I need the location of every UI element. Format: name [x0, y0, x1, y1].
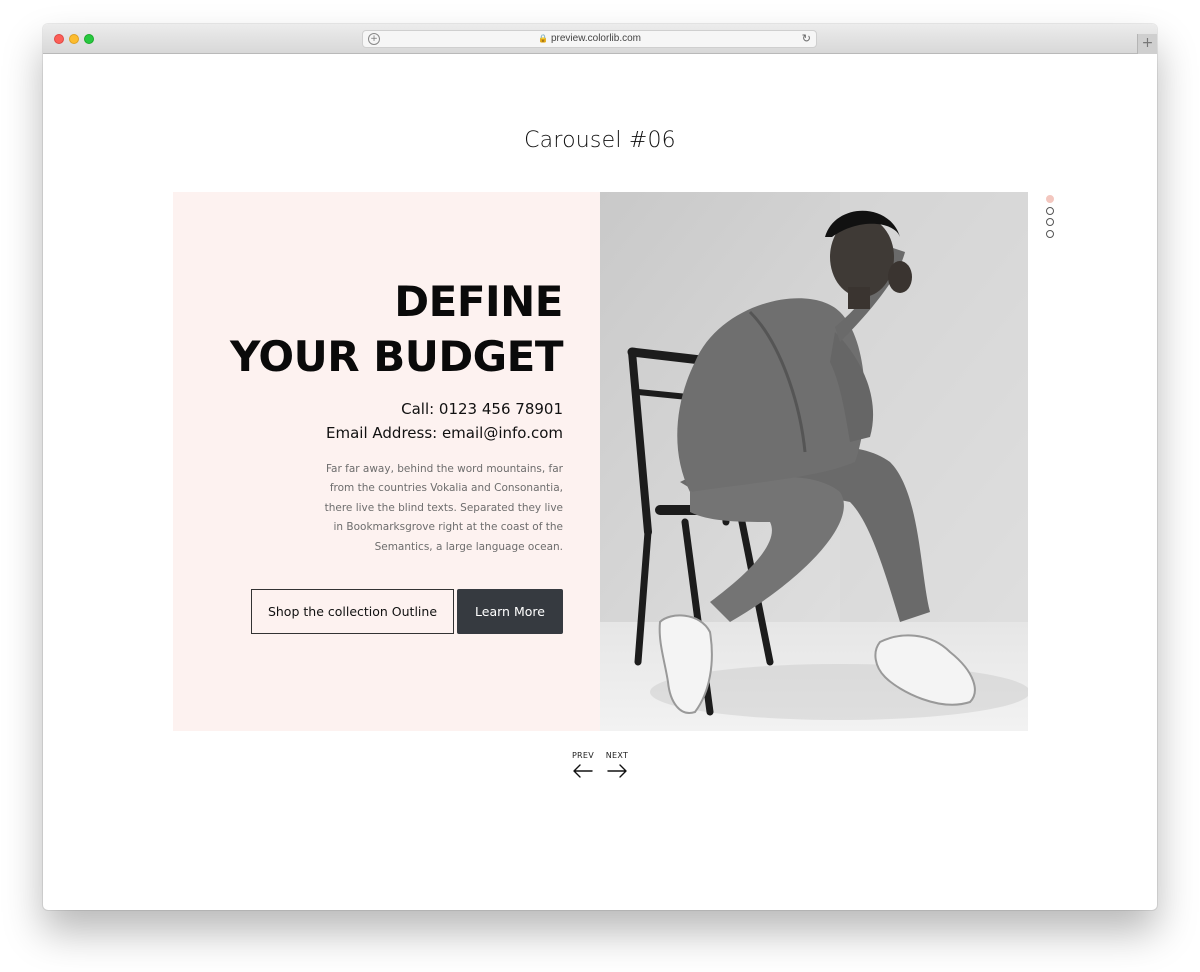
contact-info: Call: 0123 456 78901 Email Address: emai…	[326, 397, 563, 445]
slide-title-line-1: DEFINE	[394, 277, 563, 326]
slide-text-panel: DEFINE YOUR BUDGET Call: 0123 456 78901 …	[173, 192, 600, 731]
shop-collection-button[interactable]: Shop the collection Outline	[251, 589, 454, 634]
next-label: NEXT	[605, 751, 629, 760]
next-button[interactable]: NEXT	[597, 751, 637, 778]
woman-on-chair-photo	[600, 192, 1028, 731]
arrow-right-icon[interactable]	[607, 764, 627, 778]
page-title: Carousel #06	[524, 128, 676, 153]
address-bar[interactable]: + 🔒 preview.colorlib.com ↻	[362, 30, 817, 48]
slide-title-line-2: YOUR BUDGET	[230, 332, 563, 381]
pagination-dot-3[interactable]	[1046, 218, 1054, 226]
pagination-dot-4[interactable]	[1046, 229, 1054, 238]
woman-photo-illustration	[600, 192, 1028, 731]
arrow-left-icon[interactable]	[573, 764, 593, 778]
zoom-window-button[interactable]	[84, 34, 94, 44]
learn-more-button[interactable]: Learn More	[457, 589, 563, 634]
slide-description: Far far away, behind the word mountains,…	[324, 463, 563, 553]
phone-text: Call: 0123 456 78901	[401, 400, 563, 418]
new-tab-button[interactable]: +	[1137, 34, 1157, 54]
url-display: 🔒 preview.colorlib.com	[363, 33, 816, 44]
pagination-dot-1[interactable]	[1046, 195, 1054, 203]
email-text: Email Address: email@info.com	[326, 424, 563, 442]
carousel-navigation: PREV NEXT	[43, 751, 1157, 791]
carousel-slide: DEFINE YOUR BUDGET Call: 0123 456 78901 …	[173, 192, 1028, 731]
browser-window: + 🔒 preview.colorlib.com ↻ + Carousel #06…	[43, 24, 1157, 910]
close-window-button[interactable]	[54, 34, 64, 44]
browser-titlebar: + 🔒 preview.colorlib.com ↻ +	[43, 24, 1157, 54]
slide-title: DEFINE YOUR BUDGET	[230, 274, 563, 384]
lock-icon: 🔒	[537, 34, 548, 43]
reload-icon[interactable]: ↻	[802, 32, 811, 45]
minimize-window-button[interactable]	[69, 34, 79, 44]
pagination-dot-2[interactable]	[1046, 206, 1054, 215]
slide-pagination	[1046, 195, 1054, 241]
url-text: preview.colorlib.com	[550, 33, 641, 44]
